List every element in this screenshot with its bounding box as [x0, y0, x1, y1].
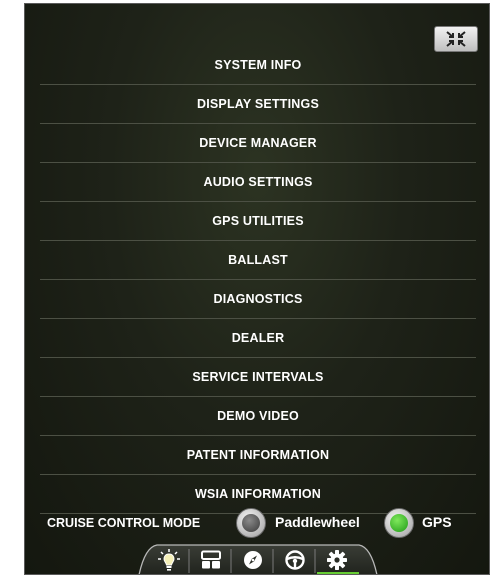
cruise-control-row: CRUISE CONTROL MODE Paddlewheel GPS [25, 504, 489, 542]
gear-icon [327, 550, 347, 570]
menu-item-display-settings[interactable]: DISPLAY SETTINGS [40, 85, 476, 124]
steering-wheel-icon [285, 550, 305, 570]
tab-panels[interactable] [191, 546, 231, 574]
active-tab-indicator [317, 572, 359, 574]
menu-item-patent-information[interactable]: PATENT INFORMATION [40, 436, 476, 475]
paddlewheel-label[interactable]: Paddlewheel [275, 514, 360, 530]
tab-lighting[interactable] [149, 546, 189, 574]
tab-navigation[interactable] [233, 546, 273, 574]
compass-icon [244, 551, 262, 569]
menu-item-demo-video[interactable]: DEMO VIDEO [40, 397, 476, 436]
gps-label[interactable]: GPS [422, 514, 452, 530]
menu-item-diagnostics[interactable]: DIAGNOSTICS [40, 280, 476, 319]
menu-item-dealer[interactable]: DEALER [40, 319, 476, 358]
menu-item-audio-settings[interactable]: AUDIO SETTINGS [40, 163, 476, 202]
tab-helm[interactable] [275, 546, 315, 574]
panels-icon [201, 550, 221, 569]
gps-radio[interactable] [384, 508, 414, 538]
tab-settings[interactable] [317, 546, 357, 574]
settings-menu: SYSTEM INFO DISPLAY SETTINGS DEVICE MANA… [40, 46, 476, 514]
menu-item-ballast[interactable]: BALLAST [40, 241, 476, 280]
menu-item-gps-utilities[interactable]: GPS UTILITIES [40, 202, 476, 241]
menu-item-service-intervals[interactable]: SERVICE INTERVALS [40, 358, 476, 397]
paddlewheel-radio[interactable] [236, 508, 266, 538]
menu-item-device-manager[interactable]: DEVICE MANAGER [40, 124, 476, 163]
bottom-tab-bar [137, 543, 379, 574]
cruise-control-label: CRUISE CONTROL MODE [47, 516, 201, 530]
menu-item-system-info[interactable]: SYSTEM INFO [40, 46, 476, 85]
settings-screen: SYSTEM INFO DISPLAY SETTINGS DEVICE MANA… [24, 3, 490, 575]
lightbulb-icon [158, 549, 180, 571]
